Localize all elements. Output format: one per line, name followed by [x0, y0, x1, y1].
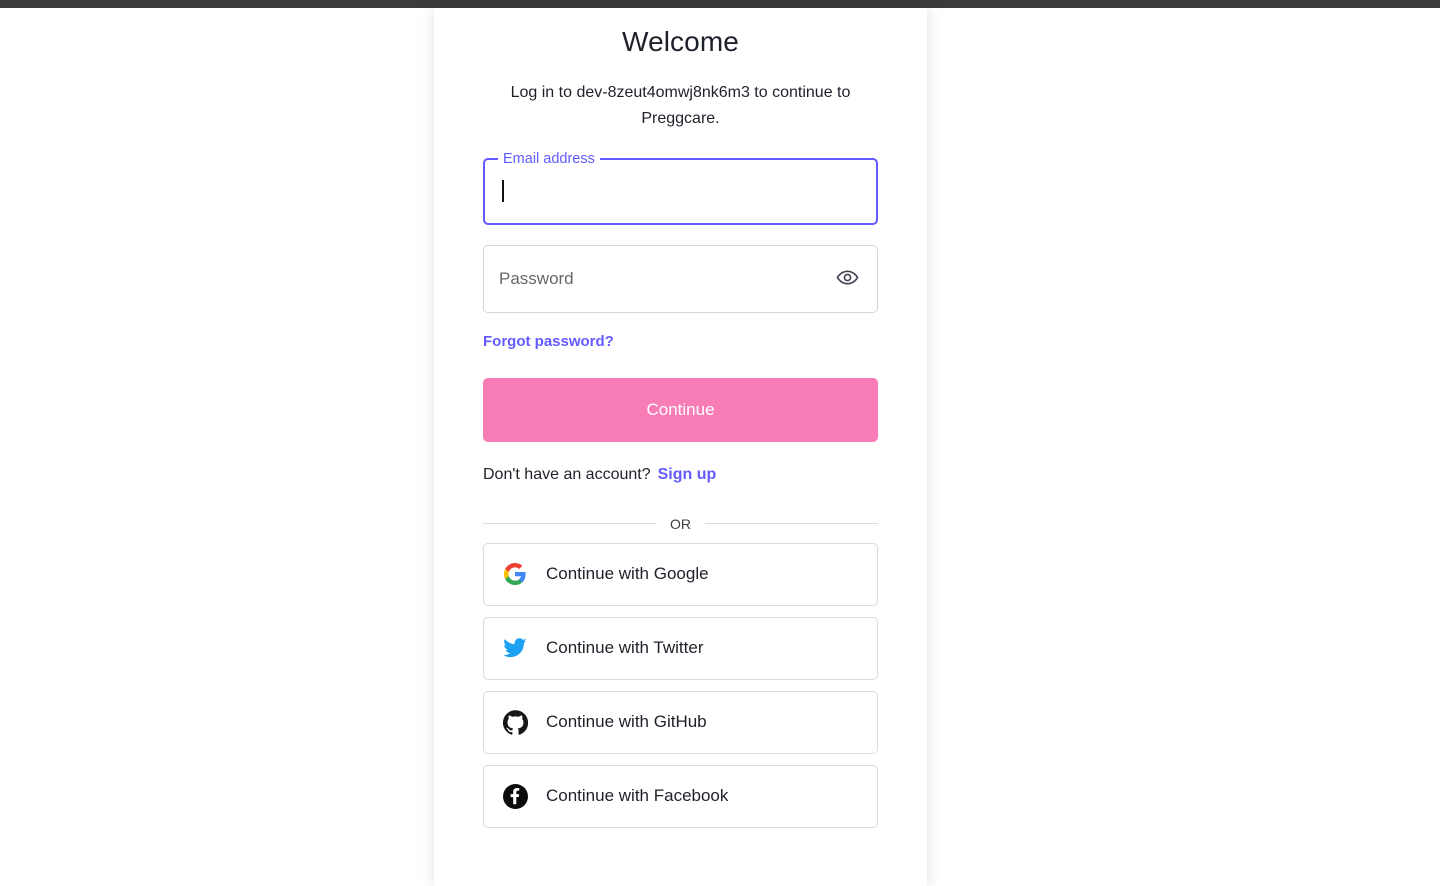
eye-icon — [836, 266, 859, 292]
signup-prompt-row: Don't have an account? Sign up — [483, 464, 878, 486]
auth-card-content: Welcome Log in to dev-8zeut4omwj8nk6m3 t… — [434, 8, 927, 828]
or-divider: OR — [483, 516, 878, 532]
forgot-password-link[interactable]: Forgot password? — [483, 333, 614, 350]
continue-with-facebook-button[interactable]: Continue with Facebook — [483, 764, 878, 828]
social-button-label: Continue with Google — [546, 564, 709, 584]
auth-card: Welcome Log in to dev-8zeut4omwj8nk6m3 t… — [434, 8, 927, 886]
browser-chrome-bar — [0, 0, 1440, 8]
password-input[interactable] — [484, 246, 825, 313]
page-title: Welcome — [622, 26, 739, 57]
page-subtitle: Log in to dev-8zeut4omwj8nk6m3 to contin… — [510, 84, 851, 128]
social-button-label: Continue with GitHub — [546, 712, 707, 732]
signup-prompt-text: Don't have an account? — [483, 466, 651, 484]
email-field-group: Email address — [483, 152, 878, 226]
text-caret — [502, 180, 504, 203]
github-icon — [502, 709, 528, 735]
password-field-group[interactable] — [483, 245, 878, 314]
facebook-icon — [502, 783, 528, 809]
continue-with-google-button[interactable]: Continue with Google — [483, 542, 878, 606]
continue-button[interactable]: Continue — [483, 378, 878, 443]
continue-with-github-button[interactable]: Continue with GitHub — [483, 690, 878, 754]
divider-rule-right — [705, 523, 878, 525]
divider-rule-left — [483, 523, 656, 525]
twitter-icon — [502, 635, 528, 661]
social-button-label: Continue with Facebook — [546, 786, 729, 806]
screenshot-viewport: Welcome Log in to dev-8zeut4omwj8nk6m3 t… — [0, 0, 1440, 886]
email-input[interactable] — [483, 158, 878, 226]
toggle-password-visibility-button[interactable] — [825, 257, 869, 301]
google-icon — [502, 561, 528, 587]
signup-link[interactable]: Sign up — [658, 466, 717, 483]
continue-with-twitter-button[interactable]: Continue with Twitter — [483, 616, 878, 680]
divider-label: OR — [670, 515, 691, 532]
social-button-label: Continue with Twitter — [546, 638, 704, 658]
